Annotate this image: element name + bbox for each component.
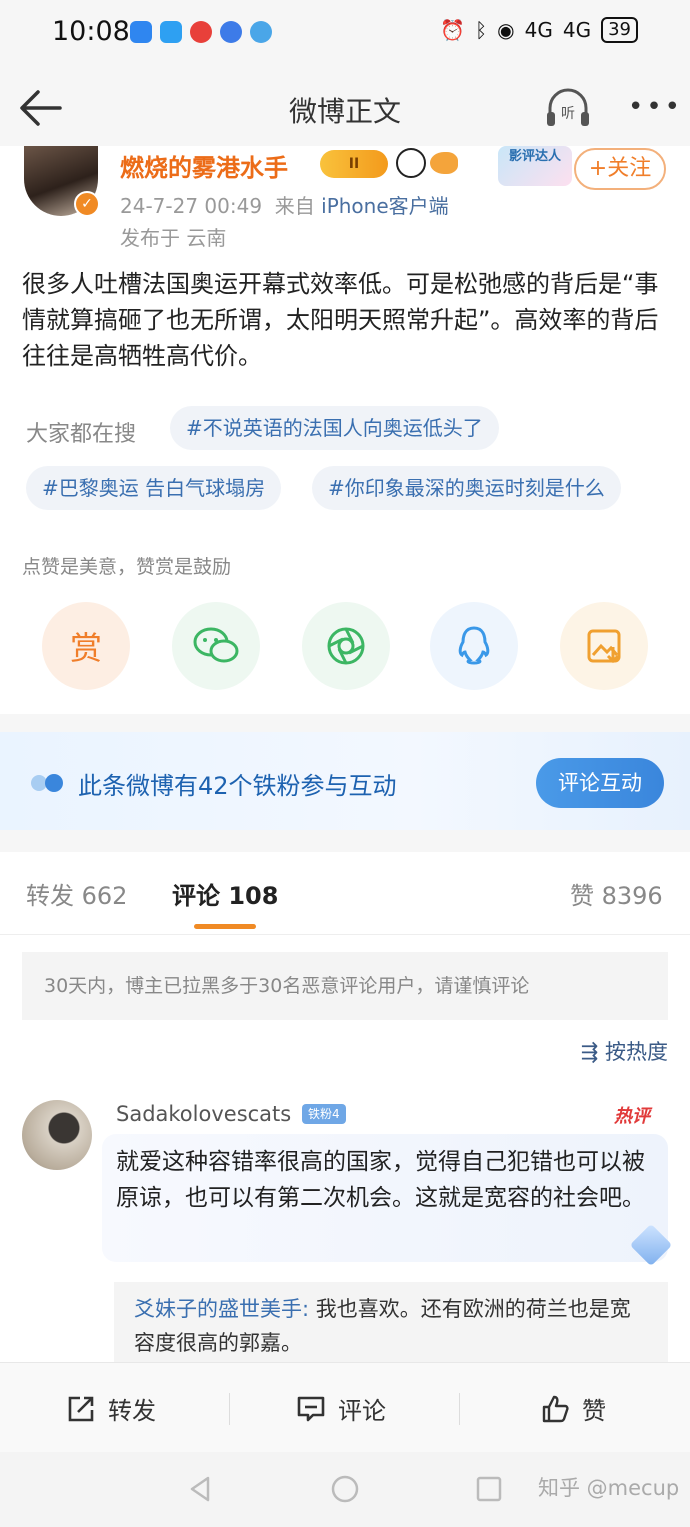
vip-badge: II <box>320 150 388 178</box>
listen-button[interactable]: 听 <box>544 86 592 130</box>
fan-interaction-banner: 此条微博有42个铁粉参与互动 评论互动 <box>0 732 690 830</box>
save-image-button[interactable] <box>560 602 648 690</box>
follow-button[interactable]: +关注 <box>574 148 666 190</box>
tab-comment-label: 评论 <box>172 882 220 910</box>
bluetooth-icon: ᛒ <box>475 18 488 42</box>
thumbs-up-icon <box>542 1395 569 1422</box>
divider <box>459 1393 460 1425</box>
tab-like[interactable]: 赞 8396 <box>570 876 663 911</box>
status-bar: 10:08 ⏰ ᛒ ◉ 4G 4G 39 <box>0 0 690 70</box>
verified-badge-icon: ✓ <box>74 191 100 217</box>
post-source[interactable]: iPhone客户端 <box>321 194 449 218</box>
repost-button[interactable]: 转发 <box>66 1391 156 1426</box>
comments-section: 转发 662 评论 108 赞 8396 30天内，博主已拉黑多于30名恶意评论… <box>0 852 690 1362</box>
sort-button[interactable]: ⇶ 按热度 <box>581 1036 668 1066</box>
topic-chip[interactable]: #不说英语的法国人向奥运低头了 <box>170 406 499 450</box>
repost-icon <box>68 1396 94 1421</box>
alarm-icon: ⏰ <box>440 18 466 42</box>
panda-icon <box>396 148 426 178</box>
author-name[interactable]: 燃烧的雾港水手 <box>120 148 288 183</box>
signal-icon: 4G <box>562 18 592 42</box>
hot-comment-badge: 热评 <box>614 1106 650 1127</box>
post-body: 很多人吐槽法国奥运开幕式效率低。可是松弛感的背后是“事情就算搞砸了也无所谓，太阳… <box>22 270 659 370</box>
divider <box>229 1393 230 1425</box>
reward-label: 赏 <box>69 629 102 667</box>
fish-icon <box>430 152 458 174</box>
system-navigation-bar: 知乎 @mecup <box>0 1452 690 1527</box>
share-wechat-button[interactable] <box>172 602 260 690</box>
reward-hint: 点赞是美意，赞赏是鼓励 <box>22 556 232 578</box>
wechat-icon <box>193 627 239 663</box>
tab-repost[interactable]: 转发 662 <box>26 876 127 911</box>
post-meta: 24-7-27 00:49 来自 iPhone客户端 <box>120 190 449 219</box>
fan-level-badge: 铁粉4 <box>302 1104 346 1124</box>
topic-chip[interactable]: #你印象最深的奥运时刻是什么 <box>312 466 621 510</box>
nav-bar: 微博正文 听 ••• <box>0 70 690 146</box>
award-badge: 影评达人 <box>498 146 572 186</box>
status-indicators: ⏰ ᛒ ◉ 4G 4G 39 <box>440 17 638 43</box>
nav-recents-icon[interactable] <box>474 1474 504 1504</box>
status-app-icons <box>130 21 272 43</box>
headphone-icon: 听 <box>547 88 589 126</box>
active-tab-indicator <box>194 924 256 929</box>
nav-back-icon[interactable] <box>186 1474 216 1504</box>
comment-label: 评论 <box>338 1397 386 1425</box>
repost-label: 转发 <box>108 1397 156 1425</box>
app-notification-icon <box>130 21 152 43</box>
comment-icon <box>297 1396 325 1421</box>
reply-author[interactable]: 爻妹子的盛世美手: <box>134 1297 309 1321</box>
post-source-prefix: 来自 <box>274 194 315 218</box>
comment-reply[interactable]: 爻妹子的盛世美手: 我也喜欢。还有欧洲的荷兰也是宽容度很高的郭嘉。 <box>114 1282 668 1362</box>
sort-label: 按热度 <box>605 1040 668 1064</box>
wifi-icon: ◉ <box>497 18 515 42</box>
commenter-avatar[interactable] <box>22 1100 92 1170</box>
moments-icon <box>327 627 365 665</box>
share-qq-button[interactable] <box>430 602 518 690</box>
fan-banner-text: 此条微博有42个铁粉参与互动 <box>78 772 397 800</box>
post-time: 24-7-27 00:49 <box>120 194 263 218</box>
reward-button[interactable]: 赏 <box>42 602 130 690</box>
app-notification-icon <box>160 21 182 43</box>
trending-search-label: 大家都在搜 <box>26 422 137 447</box>
tab-comment-count: 108 <box>228 882 279 910</box>
comment-notice: 30天内，博主已拉黑多于30名恶意评论用户，请谨慎评论 <box>22 952 668 1020</box>
music-notification-icon <box>220 21 242 43</box>
save-image-icon <box>587 629 621 664</box>
topic-chip[interactable]: #巴黎奥运 告白气球塌房 <box>26 466 282 510</box>
nav-home-icon[interactable] <box>330 1474 360 1504</box>
commenter-name[interactable]: Sadakolovescats <box>116 1102 291 1126</box>
battery-icon: 39 <box>601 17 638 43</box>
bottom-action-bar: 转发 评论 赞 <box>0 1362 690 1452</box>
status-time: 10:08 <box>52 16 130 47</box>
tab-comment[interactable]: 评论 108 <box>172 876 278 911</box>
comment-interact-button[interactable]: 评论互动 <box>536 758 664 808</box>
watermark: 知乎 @mecup <box>538 1476 680 1500</box>
share-moments-button[interactable] <box>302 602 390 690</box>
post-card: ✓ 燃烧的雾港水手 II 影评达人 +关注 24-7-27 00:49 来自 i… <box>0 146 690 714</box>
fan-dots-icon <box>31 774 63 792</box>
like-button[interactable]: 赞 <box>540 1391 606 1426</box>
signal-icon: 4G <box>524 18 553 42</box>
comment-text[interactable]: 就爱这种容错率很高的国家，觉得自己犯错也可以被原谅，也可以有第二次机会。这就是宽… <box>102 1134 668 1262</box>
qq-icon <box>458 626 490 665</box>
sort-icon: ⇶ <box>580 1040 599 1064</box>
comment-button[interactable]: 评论 <box>296 1391 386 1426</box>
post-location: 发布于 云南 <box>120 226 227 250</box>
app-notification-icon <box>250 21 272 43</box>
like-label: 赞 <box>582 1397 606 1425</box>
more-button[interactable]: ••• <box>628 92 683 122</box>
divider <box>0 934 690 935</box>
svg-text:听: 听 <box>561 106 575 122</box>
weibo-notification-icon <box>190 21 212 43</box>
